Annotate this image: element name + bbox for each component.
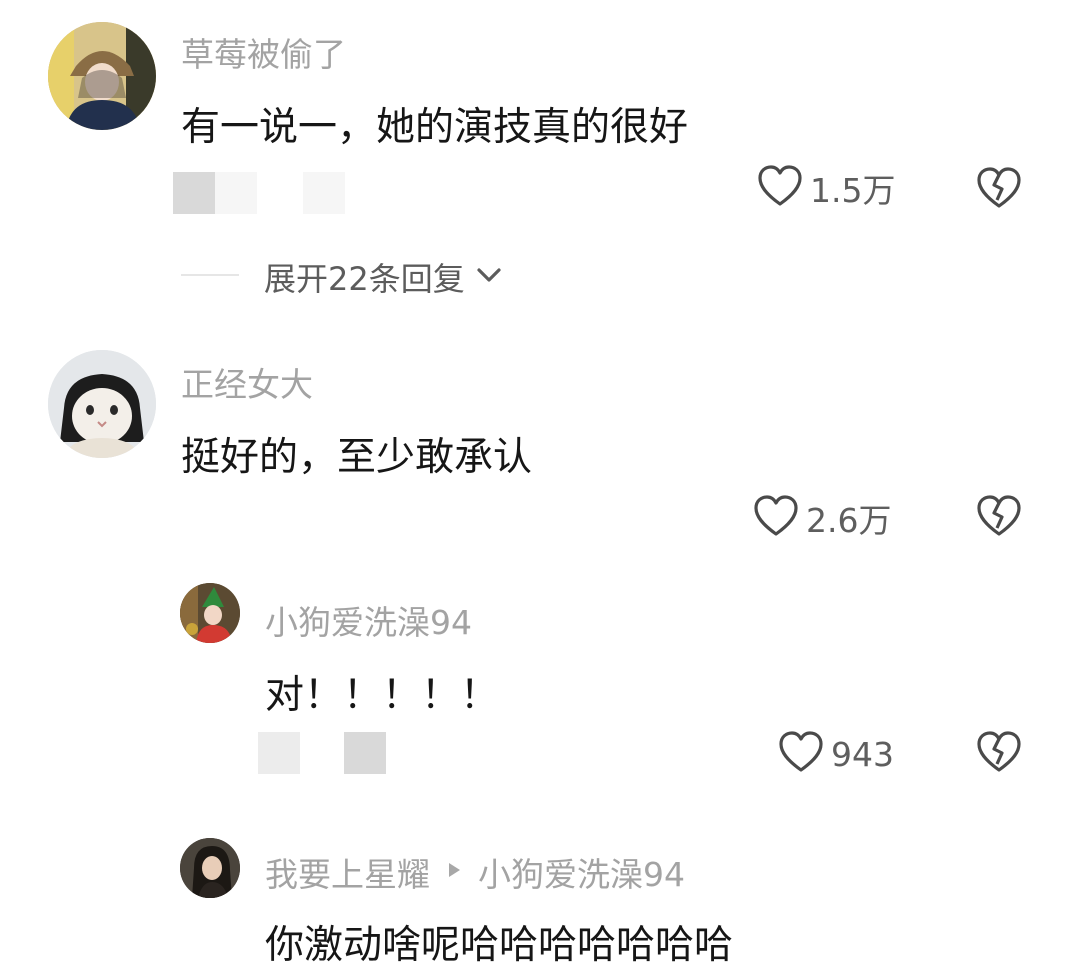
reply-username[interactable]: 我要上星耀 (265, 848, 430, 896)
avatar-image (180, 583, 240, 643)
expand-replies-label: 展开22条回复 (264, 260, 465, 298)
dislike-button[interactable] (974, 494, 1024, 542)
reply-text[interactable]: 对！！！！！ (265, 664, 499, 720)
broken-heart-icon (974, 731, 1024, 778)
comment-username[interactable]: 草莓被偷了 (181, 28, 346, 76)
heart-outline-icon (777, 730, 825, 778)
avatar-image (48, 22, 156, 130)
like-count: 2.6万 (806, 501, 892, 540)
blurred-region (173, 172, 215, 214)
triangle-right-icon (446, 860, 462, 884)
blurred-region (303, 172, 345, 214)
like-button[interactable]: 943 (777, 730, 894, 778)
avatar[interactable] (48, 22, 156, 130)
comment-username[interactable]: 正经女大 (181, 358, 313, 406)
like-count: 943 (831, 734, 894, 774)
avatar[interactable] (48, 350, 156, 458)
reply-text[interactable]: 你激动啥呢哈哈哈哈哈哈哈 (265, 914, 733, 970)
avatar-image (180, 838, 240, 898)
like-count: 1.5万 (810, 171, 896, 210)
heart-outline-icon (752, 494, 800, 542)
broken-heart-icon (974, 167, 1024, 214)
expand-divider (181, 274, 239, 276)
avatar[interactable] (180, 838, 240, 898)
reply-header: 我要上星耀 小狗爱洗澡94 (265, 848, 685, 896)
blurred-region (215, 172, 257, 214)
broken-heart-icon (974, 495, 1024, 542)
heart-outline-icon (756, 164, 804, 212)
comment-text[interactable]: 挺好的，至少敢承认 (181, 426, 532, 482)
blurred-region (258, 732, 300, 774)
blurred-region (344, 732, 386, 774)
reply-username[interactable]: 小狗爱洗澡94 (265, 596, 472, 644)
comment-text[interactable]: 有一说一，她的演技真的很好 (181, 96, 688, 152)
dislike-button[interactable] (974, 730, 1024, 778)
avatar[interactable] (180, 583, 240, 643)
like-button[interactable]: 1.5万 (756, 164, 895, 212)
dislike-button[interactable] (974, 166, 1024, 214)
chevron-down-icon (475, 265, 503, 289)
reply-to-username[interactable]: 小狗爱洗澡94 (478, 848, 685, 896)
like-button[interactable]: 2.6万 (752, 494, 891, 542)
avatar-image (48, 350, 156, 458)
expand-replies-button[interactable]: 展开22条回复 (264, 254, 503, 300)
